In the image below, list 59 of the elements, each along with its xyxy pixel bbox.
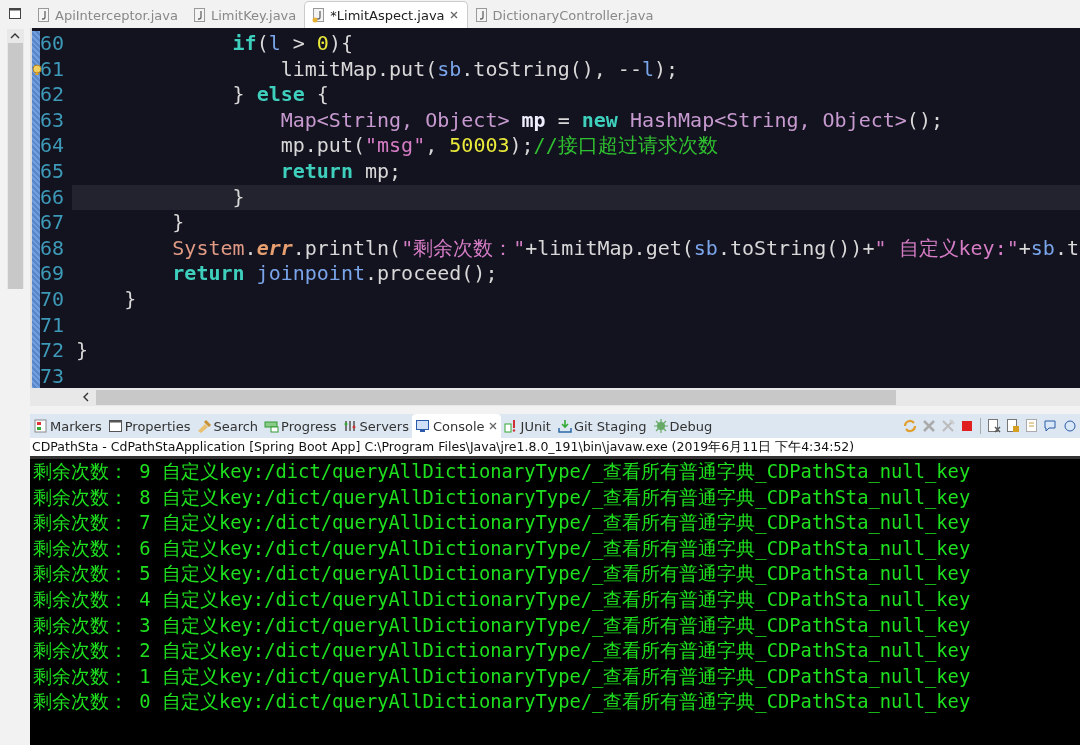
console-icon <box>415 418 430 434</box>
clear-console-icon[interactable] <box>986 418 1002 434</box>
java-file-icon <box>311 7 327 23</box>
panel-tab[interactable]: Progress <box>261 414 340 438</box>
java-file-icon <box>191 7 207 23</box>
panel-tab[interactable]: Properties <box>104 414 194 438</box>
console-line: 剩余次数： 8 自定义key:/dict/queryAllDictionaryType/_查看所有普通字典_CDPathSta_null_key <box>33 485 972 511</box>
progress-icon <box>264 418 280 434</box>
console-line: 剩余次数： 2 自定义key:/dict/queryAllDictionaryType/_查看所有普通字典_CDPathSta_null_key <box>33 639 972 664</box>
console-header: CDPathSta - CdPathStaApplication [Spring Boot App] C:\Program Files\Java\jre1.8.0_191\bin\javaw.exe (2019年6月11日 下午4:34:52) <box>30 438 1080 456</box>
console-line: 剩余次数： 3 自定义key:/dict/queryAllDictionaryType/_查看所有普通字典_CDPathSta_null_key <box>33 613 972 639</box>
scroll-up-icon[interactable] <box>10 33 20 39</box>
stop-icon[interactable] <box>959 418 975 434</box>
vertical-scrollbar[interactable] <box>6 29 24 289</box>
speech-icon[interactable] <box>1043 418 1059 434</box>
maximize-icon[interactable] <box>9 8 21 19</box>
java-file-icon <box>473 7 489 23</box>
console-line: 剩余次数： 1 自定义key:/dict/queryAllDictionaryType/_查看所有普通字典_CDPathSta_null_key <box>33 664 972 690</box>
panel-tab[interactable]: Debug <box>649 414 716 438</box>
code-line: limitMap.put(sb.toString(), --l); <box>279 56 679 83</box>
code-line: return joinpoint.proceed(); <box>171 261 498 287</box>
code-line: Map<String, Object> mp = new HashMap<String, Object>(); <box>279 107 943 134</box>
panel-tab[interactable]: Console <box>412 414 501 438</box>
bug-icon <box>652 418 668 434</box>
code-line: mp.put("msg", 50003);//接口超过请求次数 <box>279 133 718 159</box>
code-line: } <box>171 210 185 236</box>
markers-icon <box>33 418 48 434</box>
document-icon[interactable] <box>1024 418 1040 434</box>
code-line: } <box>75 338 89 364</box>
panel-tab[interactable]: Markers <box>30 414 105 438</box>
servers-icon <box>342 418 358 434</box>
properties-icon <box>107 418 123 434</box>
line-number: 66 <box>40 184 72 211</box>
horizontal-scrollbar[interactable] <box>30 388 1080 406</box>
close-icon[interactable] <box>448 10 459 20</box>
console-line: 剩余次数： 7 自定义key:/dict/queryAllDictionaryType/_查看所有普通字典_CDPathSta_null_key <box>33 511 972 536</box>
code-editor[interactable] <box>30 28 1080 388</box>
scroll-lock-icon[interactable] <box>1005 418 1021 434</box>
java-file-icon <box>36 7 51 23</box>
panel-tab[interactable]: Servers <box>339 414 412 438</box>
close-icon[interactable] <box>487 421 498 431</box>
editor-tab[interactable]: *LimitAspect.java <box>304 1 468 28</box>
code-line: } else { <box>231 82 329 108</box>
panel-tab[interactable]: JUnit <box>500 414 554 438</box>
code-line: } <box>123 286 137 313</box>
panel-tab[interactable]: Search <box>193 414 262 438</box>
code-line: return mp; <box>279 158 402 185</box>
code-line: System.err.println("剩余次数："+limitMap.get(sb.toString())+" 自定义key:"+sb.t <box>171 235 1079 262</box>
console-line: 剩余次数： 6 自定义key:/dict/queryAllDictionaryType/_查看所有普通字典_CDPathSta_null_key <box>33 536 972 562</box>
console-line: 剩余次数： 0 自定义key:/dict/queryAllDictionaryType/_查看所有普通字典_CDPathSta_null_key <box>33 690 972 715</box>
flashlight-icon <box>196 418 212 434</box>
panel-tab[interactable]: Git Staging <box>553 414 650 438</box>
scroll-left-icon[interactable] <box>82 392 90 402</box>
console-line: 剩余次数： 9 自定义key:/dict/queryAllDictionaryType/_查看所有普通字典_CDPathSta_null_key <box>33 460 972 485</box>
console-line: 剩余次数： 5 自定义key:/dict/queryAllDictionaryType/_查看所有普通字典_CDPathSta_null_key <box>33 562 972 587</box>
console-line: 剩余次数： 4 自定义key:/dict/queryAllDictionaryType/_查看所有普通字典_CDPathSta_null_key <box>33 587 972 613</box>
code-line: } <box>231 184 245 211</box>
download-icon <box>556 418 572 434</box>
code-line: if(l > 0){ <box>231 31 353 57</box>
